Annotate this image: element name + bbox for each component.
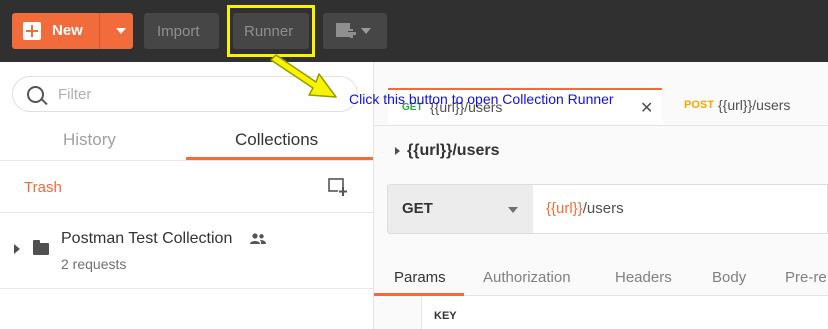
annotation-callout: Click this button to open Collection Run… xyxy=(349,91,614,107)
new-button-label: New xyxy=(52,22,83,39)
tab-pre-request[interactable]: Pre-re xyxy=(785,269,827,286)
tab-authorization[interactable]: Authorization xyxy=(483,269,571,286)
new-window-icon xyxy=(336,23,356,38)
tab-history[interactable]: History xyxy=(63,130,116,150)
plus-icon xyxy=(23,22,41,40)
chevron-right-icon[interactable] xyxy=(14,244,20,254)
top-toolbar: New Import Runner xyxy=(0,0,828,62)
collection-request-count: 2 requests xyxy=(61,256,127,272)
import-button[interactable]: Import xyxy=(144,13,219,49)
chevron-right-icon[interactable] xyxy=(395,147,400,155)
import-button-label: Import xyxy=(157,23,200,40)
divider xyxy=(0,212,373,213)
trash-link[interactable]: Trash xyxy=(24,179,62,196)
collection-name: Postman Test Collection xyxy=(61,230,233,247)
close-icon[interactable]: ✕ xyxy=(640,98,653,118)
runner-highlight-box xyxy=(227,5,315,57)
folder-icon xyxy=(33,240,49,255)
tab-headers[interactable]: Headers xyxy=(615,269,672,286)
request-tab-method: POST xyxy=(684,99,714,111)
params-key-header: KEY xyxy=(434,310,457,322)
params-table: KEY xyxy=(421,296,828,329)
shared-people-icon xyxy=(250,233,266,244)
url-path: /users xyxy=(582,200,624,217)
chevron-down-icon xyxy=(361,28,371,34)
tab-body[interactable]: Body xyxy=(712,269,746,286)
new-window-button[interactable] xyxy=(323,13,387,49)
divider xyxy=(374,125,828,126)
chevron-down-icon xyxy=(508,207,518,213)
request-name[interactable]: {{url}}/users xyxy=(407,142,500,160)
divider xyxy=(0,288,373,289)
request-tab-url: {{url}}/users xyxy=(718,97,791,113)
tab-params[interactable]: Params xyxy=(394,269,446,286)
divider xyxy=(0,160,373,161)
search-icon xyxy=(27,86,44,103)
url-variable: {{url}} xyxy=(546,200,583,217)
url-value: {{url}}/users xyxy=(546,200,624,217)
new-button[interactable]: New xyxy=(12,13,133,49)
new-button-divider xyxy=(99,13,100,49)
method-value: GET xyxy=(402,200,433,217)
chevron-down-icon[interactable] xyxy=(116,28,126,34)
sidebar: Filter History Collections Trash Postman… xyxy=(0,62,374,329)
url-input[interactable]: {{url}}/users xyxy=(533,184,828,234)
filter-placeholder: Filter xyxy=(58,86,92,103)
new-collection-icon[interactable] xyxy=(328,178,348,196)
tab-collections[interactable]: Collections xyxy=(235,130,318,150)
method-select[interactable]: GET xyxy=(387,184,534,234)
filter-search-box[interactable]: Filter xyxy=(12,76,358,112)
